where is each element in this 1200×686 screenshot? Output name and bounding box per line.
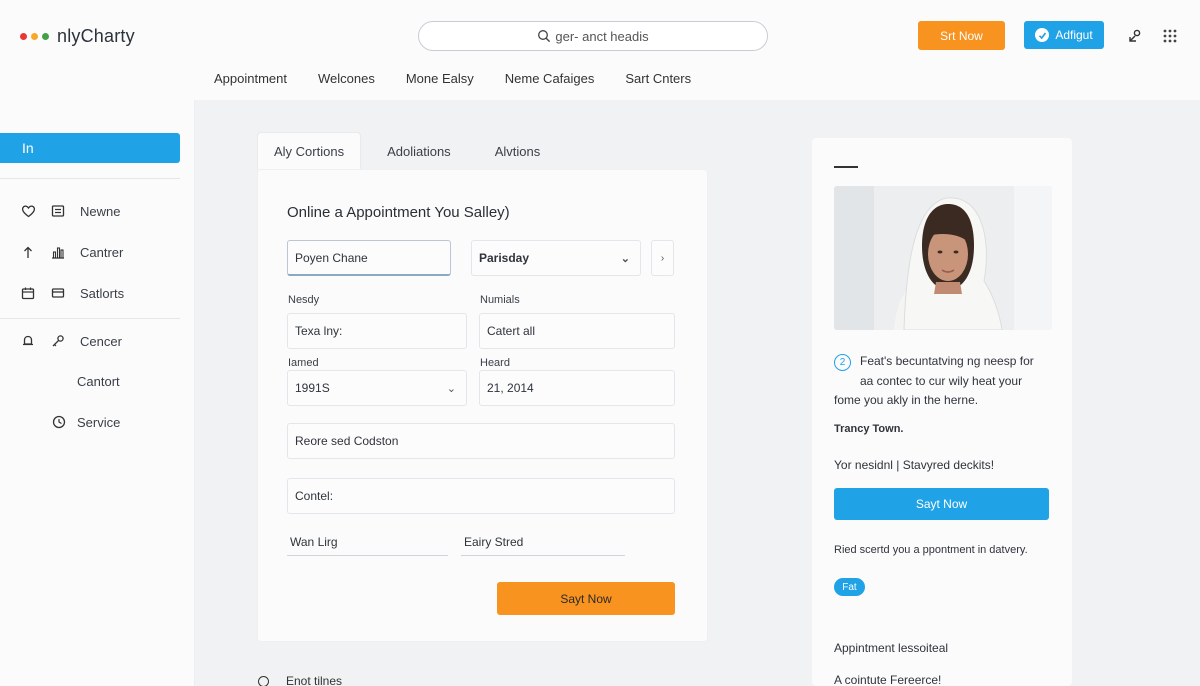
testimonial-panel: 2 Feat's becuntatving ng neesp for aa co…	[812, 138, 1072, 686]
tab-alvtions[interactable]: Alvtions	[479, 132, 557, 170]
footer-row[interactable]: Enot tilnes	[258, 674, 342, 686]
field-label: Iamed	[288, 357, 319, 369]
admin-button[interactable]: Adfigut	[1024, 21, 1104, 49]
sidebar-divider	[0, 178, 180, 179]
sidebar-item-label: Newne	[80, 203, 121, 219]
logo-dot-yellow	[31, 33, 38, 40]
testimonial-name: Trancy Town.	[834, 423, 904, 435]
start-now-button[interactable]: Srt Now	[918, 21, 1005, 50]
apps-grid-icon[interactable]	[1161, 27, 1179, 45]
profile-photo	[834, 186, 1052, 330]
step-badge: 2	[834, 354, 851, 371]
contact-field[interactable]: Contel:	[287, 478, 675, 514]
calendar-icon	[20, 285, 36, 301]
sidebar-item-label: Service	[77, 414, 121, 430]
nav-item-appointment[interactable]: Appointment	[214, 71, 287, 86]
year-select-value: 1991S	[295, 381, 330, 395]
reason-field[interactable]: Reore sed Codston	[287, 423, 675, 459]
bell-icon	[20, 333, 36, 349]
testimonial-quote: Yor nesidnl | Stavyred deckits!	[834, 458, 995, 472]
description-line: fome you akly in the herne.	[834, 393, 979, 407]
chevron-down-icon: ⌄	[446, 383, 456, 395]
field-label: Numials	[480, 294, 520, 306]
clock-icon	[51, 414, 67, 430]
name-field[interactable]: Poyen Chane	[287, 240, 451, 276]
sidebar: In Newne Cantrer Satlorts Cencer Cantort…	[0, 100, 195, 686]
nav-item-neme-cafaiges[interactable]: Neme Cafaiges	[505, 71, 595, 86]
heart-icon	[20, 203, 36, 219]
field-label: Heard	[480, 357, 510, 369]
text-field-1[interactable]: Texa lny:	[287, 313, 467, 349]
footer-text: Enot tilnes	[286, 674, 343, 686]
key-icon	[50, 333, 66, 349]
admin-button-label: Adfigut	[1055, 28, 1093, 42]
start-now-panel-button[interactable]: Sayt Now	[834, 488, 1049, 520]
appointment-form-card: Online a Appointment You Salley) Poyen C…	[257, 169, 708, 642]
sidebar-item-label: Cencer	[80, 333, 122, 349]
fat-tag[interactable]: Fat	[834, 578, 865, 596]
sidebar-item-cantrer[interactable]: Cantrer	[20, 244, 123, 260]
user-link-icon[interactable]	[1126, 27, 1144, 45]
search-input[interactable]: ger- anct headis	[418, 21, 768, 51]
sidebar-item-cantort[interactable]: Cantort	[77, 374, 120, 389]
sidebar-item-label: Cantort	[77, 374, 120, 389]
day-select[interactable]: Parisday ⌄	[471, 240, 641, 276]
tab-adoliations[interactable]: Adoliations	[371, 132, 467, 170]
date-field[interactable]: 21, 2014	[479, 370, 675, 406]
sidebar-item-service[interactable]: Service	[51, 414, 120, 430]
field-label: Nesdy	[288, 294, 320, 306]
form-title: Online a Appointment You Salley)	[287, 204, 510, 221]
search-text: ger- anct headis	[555, 28, 649, 44]
logo-dot-green	[42, 33, 49, 40]
next-arrow-button[interactable]: ›	[651, 240, 674, 276]
bar-chart-icon	[50, 244, 66, 260]
sidebar-item-satlorts[interactable]: Satlorts	[20, 285, 124, 301]
sidebar-item-active[interactable]: In	[0, 133, 180, 163]
sidebar-item-cencer[interactable]: Cencer	[20, 333, 122, 349]
nav-item-mone-ealsy[interactable]: Mone Ealsy	[406, 71, 474, 86]
sidebar-item-label: Cantrer	[80, 244, 124, 260]
underline-field-1[interactable]: Wan Lirg	[287, 528, 448, 556]
sidebar-divider	[0, 318, 180, 319]
sidebar-item-newne[interactable]: Newne	[20, 203, 120, 219]
submit-button[interactable]: Sayt Now	[497, 582, 675, 615]
check-icon	[1035, 28, 1050, 42]
panel-footer-line: A cointute Fereerce!	[834, 673, 942, 686]
year-select[interactable]: 1991S ⌄	[287, 370, 467, 406]
chevron-right-icon: ›	[660, 252, 665, 264]
top-header: nlyCharty ger- anct headis Srt Now Adfig…	[0, 0, 1200, 100]
chevron-down-icon: ⌄	[620, 253, 630, 265]
card-icon	[50, 285, 66, 301]
document-icon	[50, 203, 66, 219]
day-select-value: Parisday	[479, 251, 530, 265]
nav-item-sart-cnters[interactable]: Sart Cnters	[625, 71, 691, 86]
tab-aly-cortions[interactable]: Aly Cortions	[257, 132, 362, 170]
form-tabs: Aly Cortions Adoliations Alvtions	[257, 132, 556, 170]
panel-note: Ried scertd you a ppontment in datvery.	[834, 544, 1028, 556]
logo-dot-red	[20, 33, 27, 40]
panel-footer-line: Appintment lessoiteal	[834, 641, 949, 655]
panel-divider	[834, 166, 858, 168]
description-line: aa contec to cur wily heat your	[860, 374, 1023, 388]
sidebar-item-label: Satlorts	[80, 285, 125, 301]
description-line: Feat's becuntatving ng neesp for	[860, 354, 1034, 368]
top-nav: Appointment Welcones Mone Ealsy Neme Caf…	[214, 71, 691, 86]
nav-item-welcones[interactable]: Welcones	[318, 71, 375, 86]
logo-text: nlyCharty	[57, 26, 135, 46]
route-icon	[20, 244, 36, 260]
app-logo[interactable]: nlyCharty	[20, 26, 135, 47]
radio-icon	[258, 675, 269, 686]
underline-field-2[interactable]: Eairy Stred	[461, 528, 625, 556]
search-icon	[538, 30, 551, 43]
text-field-2[interactable]: Catert all	[479, 313, 675, 349]
